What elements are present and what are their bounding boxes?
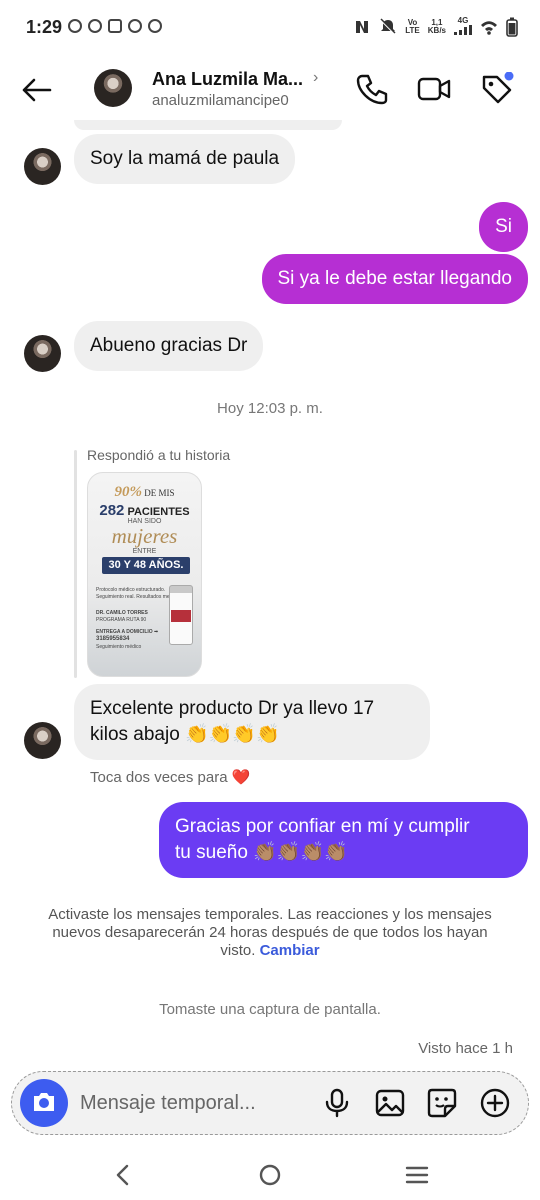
nav-menu-icon[interactable] <box>402 1160 432 1190</box>
system-icons: Vo LTE 1,1 KB/s 4G <box>353 17 518 37</box>
outgoing-message[interactable]: Si ya le debe estar llegando <box>261 254 528 304</box>
tag-icon[interactable] <box>480 72 514 106</box>
double-tap-hint: Toca dos veces para ❤️ <box>90 769 251 786</box>
contact-name[interactable]: Ana Luzmila Ma... <box>152 69 303 90</box>
microphone-icon[interactable] <box>321 1087 353 1119</box>
story-text: 282 PACIENTES <box>88 502 201 519</box>
signal-indicator: 4G <box>454 17 472 37</box>
gallery-icon[interactable] <box>374 1087 406 1119</box>
outgoing-message[interactable]: Gracias por confiar en mí y cumplir tu s… <box>159 802 528 878</box>
camera-icon <box>34 1093 54 1111</box>
sender-avatar[interactable] <box>24 148 61 185</box>
incoming-message[interactable]: Soy la mamá de paula <box>74 134 296 184</box>
nfc-icon <box>356 21 369 33</box>
back-arrow-icon[interactable] <box>18 72 54 108</box>
status-bar: 1:29 Vo LTE 1,1 KB/s 4G <box>0 0 540 58</box>
message-line: tu sueño 👏🏽👏🏽👏🏽👏🏽 <box>175 842 348 863</box>
mute-icon <box>380 18 396 35</box>
chat-header: Ana Luzmila Ma... › analuzmilamancipe0 <box>0 58 540 120</box>
story-text: ENTRE <box>132 548 157 555</box>
story-pacientes: PACIENTES <box>127 506 190 518</box>
status-time: 1:29 <box>26 17 63 37</box>
message-list[interactable]: Soy la mamá de paula Si Si ya le debe es… <box>0 120 540 1070</box>
battery-icon <box>506 17 518 37</box>
story-text: DR. CAMILO TORRES <box>96 610 148 616</box>
sender-avatar[interactable] <box>24 722 61 759</box>
volte-bottom: LTE <box>405 26 420 35</box>
contact-username[interactable]: analuzmilamancipe0 <box>152 92 289 109</box>
speed-unit: KB/s <box>427 26 446 35</box>
story-text: ENTREGA A DOMICILIO ➡ <box>96 629 159 635</box>
nav-home-icon[interactable] <box>255 1160 285 1190</box>
message-line: kilos abajo 👏👏👏👏 <box>90 724 280 745</box>
story-text: Seguimiento médico <box>96 644 142 650</box>
camera-button[interactable] <box>20 1079 68 1127</box>
message-line: Excelente producto Dr ya llevo 17 <box>90 698 375 719</box>
chat-icon <box>128 19 142 33</box>
story-de-mis: DE MIS <box>144 488 175 498</box>
plus-circle-icon[interactable] <box>479 1087 511 1119</box>
previous-message-fragment <box>74 120 342 130</box>
message-line: Gracias por confiar en mí y cumplir <box>175 816 470 837</box>
whatsapp-icon <box>68 19 82 33</box>
video-camera-icon[interactable] <box>417 72 451 106</box>
story-reply-bar <box>74 450 77 678</box>
story-text: 3185955834 <box>96 636 130 642</box>
message-composer <box>11 1071 529 1135</box>
instagram-icon <box>108 19 122 33</box>
system-nav-bar <box>0 1150 540 1200</box>
story-text: 90% DE MIS <box>88 484 201 501</box>
network-speed: 1,1 KB/s <box>428 19 446 35</box>
telegram-icon <box>88 19 102 33</box>
sender-avatar[interactable] <box>24 335 61 372</box>
phone-icon[interactable] <box>355 72 389 106</box>
story-pct: 90% <box>114 484 142 500</box>
story-text: 30 Y 48 AÑOS. <box>102 557 190 574</box>
story-text: mujeres <box>111 524 178 548</box>
incoming-message[interactable]: Excelente producto Dr ya llevo 17 kilos … <box>74 684 430 760</box>
sticker-icon[interactable] <box>426 1087 458 1119</box>
story-text: PROGRAMA RUTA 90 <box>96 617 147 623</box>
notification-icons <box>68 19 162 33</box>
fan-icon <box>148 19 162 33</box>
screenshot-notice: Tomaste una captura de pantalla. <box>159 1001 381 1018</box>
volte-indicator: Vo LTE <box>405 19 420 35</box>
message-timestamp: Hoy 12:03 p. m. <box>217 400 323 417</box>
chevron-right-icon[interactable]: › <box>313 69 318 87</box>
nav-back-icon[interactable] <box>108 1160 138 1190</box>
header-avatar[interactable] <box>94 69 132 107</box>
wifi-icon <box>481 21 497 35</box>
story-reply-label: Respondió a tu historia <box>87 447 231 463</box>
story-num: 282 <box>99 502 125 519</box>
story-thumbnail[interactable]: 90% DE MIS 282 PACIENTES HAN SIDO mujere… <box>87 472 202 677</box>
incoming-message[interactable]: Abueno gracias Dr <box>74 321 264 371</box>
signal-icon <box>454 25 472 35</box>
seen-status: Visto hace 1 h <box>418 1040 513 1057</box>
change-link[interactable]: Cambiar <box>260 942 320 959</box>
vial-image <box>169 585 193 645</box>
disappearing-notice: Activaste los mensajes temporales. Las r… <box>40 906 500 960</box>
network-gen: 4G <box>457 16 469 25</box>
message-input[interactable] <box>80 1092 300 1115</box>
story-text: Protocolo médico estructurado. <box>96 587 166 593</box>
outgoing-message[interactable]: Si <box>479 202 528 252</box>
